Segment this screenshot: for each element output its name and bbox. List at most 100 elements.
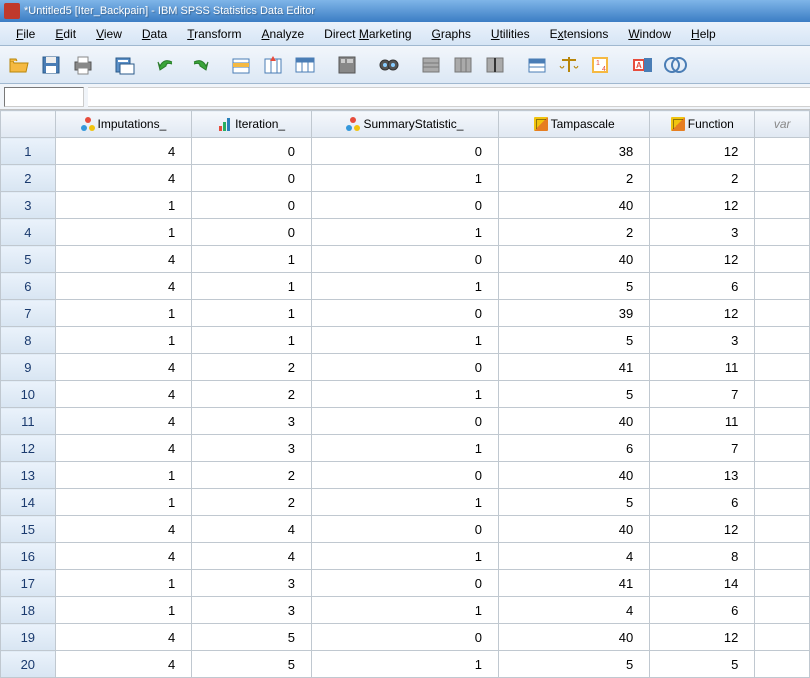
data-cell[interactable]: 4 — [498, 597, 649, 624]
data-cell[interactable]: 4 — [55, 651, 192, 678]
data-cell-empty[interactable] — [755, 192, 810, 219]
data-cell[interactable]: 40 — [498, 192, 649, 219]
data-cell[interactable]: 4 — [55, 138, 192, 165]
data-cell[interactable]: 1 — [311, 489, 498, 516]
data-cell[interactable]: 1 — [311, 273, 498, 300]
column-header-summarystatistic[interactable]: SummaryStatistic_ — [311, 111, 498, 138]
menu-view[interactable]: View — [86, 24, 132, 44]
data-cell[interactable]: 12 — [650, 516, 755, 543]
menu-utilities[interactable]: Utilities — [481, 24, 540, 44]
corner-cell[interactable] — [1, 111, 56, 138]
data-cell[interactable]: 3 — [192, 408, 312, 435]
data-cell[interactable]: 1 — [311, 435, 498, 462]
data-cell[interactable]: 5 — [192, 624, 312, 651]
data-cell[interactable]: 40 — [498, 516, 649, 543]
data-cell[interactable]: 12 — [650, 138, 755, 165]
data-cell[interactable]: 2 — [192, 381, 312, 408]
row-header[interactable]: 19 — [1, 624, 56, 651]
data-cell[interactable]: 12 — [650, 246, 755, 273]
data-cell-empty[interactable] — [755, 516, 810, 543]
data-cell-empty[interactable] — [755, 300, 810, 327]
redo-button[interactable] — [184, 50, 214, 80]
data-cell[interactable]: 4 — [498, 543, 649, 570]
data-cell[interactable]: 2 — [192, 489, 312, 516]
menu-transform[interactable]: Transform — [177, 24, 251, 44]
data-cell[interactable]: 4 — [192, 543, 312, 570]
data-cell[interactable]: 4 — [55, 354, 192, 381]
data-cell[interactable]: 12 — [650, 624, 755, 651]
menu-edit[interactable]: Edit — [45, 24, 86, 44]
find-button[interactable] — [374, 50, 404, 80]
data-cell[interactable]: 5 — [498, 327, 649, 354]
menu-graphs[interactable]: Graphs — [422, 24, 481, 44]
data-cell[interactable]: 2 — [650, 165, 755, 192]
data-cell[interactable]: 1 — [55, 219, 192, 246]
show-all-button[interactable] — [660, 50, 690, 80]
column-header-function[interactable]: Function — [650, 111, 755, 138]
data-cell[interactable]: 1 — [192, 327, 312, 354]
data-cell[interactable]: 4 — [55, 246, 192, 273]
data-cell[interactable]: 5 — [498, 273, 649, 300]
data-cell[interactable]: 40 — [498, 462, 649, 489]
run-descriptives-button[interactable] — [332, 50, 362, 80]
use-sets-button[interactable]: A — [628, 50, 658, 80]
data-cell[interactable]: 40 — [498, 624, 649, 651]
data-cell[interactable]: 1 — [55, 462, 192, 489]
data-cell[interactable]: 40 — [498, 246, 649, 273]
data-cell-empty[interactable] — [755, 273, 810, 300]
row-header[interactable]: 20 — [1, 651, 56, 678]
data-cell[interactable]: 0 — [311, 570, 498, 597]
data-cell-empty[interactable] — [755, 138, 810, 165]
data-cell[interactable]: 1 — [55, 192, 192, 219]
row-header[interactable]: 3 — [1, 192, 56, 219]
data-cell[interactable]: 1 — [311, 597, 498, 624]
data-cell[interactable]: 5 — [498, 381, 649, 408]
data-cell[interactable]: 4 — [55, 435, 192, 462]
data-grid[interactable]: Imputations_Iteration_SummaryStatistic_T… — [0, 110, 810, 678]
data-cell[interactable]: 4 — [55, 408, 192, 435]
data-cell[interactable]: 2 — [192, 354, 312, 381]
undo-button[interactable] — [152, 50, 182, 80]
data-cell[interactable]: 4 — [55, 273, 192, 300]
row-header[interactable]: 9 — [1, 354, 56, 381]
row-header[interactable]: 8 — [1, 327, 56, 354]
goto-case-button[interactable] — [226, 50, 256, 80]
data-cell[interactable]: 7 — [650, 435, 755, 462]
data-cell[interactable]: 0 — [311, 192, 498, 219]
data-cell-empty[interactable] — [755, 462, 810, 489]
data-cell[interactable]: 0 — [311, 300, 498, 327]
data-cell[interactable]: 0 — [311, 138, 498, 165]
data-cell[interactable]: 1 — [55, 489, 192, 516]
row-header[interactable]: 17 — [1, 570, 56, 597]
data-cell-empty[interactable] — [755, 543, 810, 570]
data-cell[interactable]: 3 — [192, 597, 312, 624]
data-cell[interactable]: 0 — [192, 219, 312, 246]
print-button[interactable] — [68, 50, 98, 80]
data-cell[interactable]: 2 — [498, 165, 649, 192]
data-cell[interactable]: 4 — [55, 381, 192, 408]
data-cell[interactable]: 1 — [192, 246, 312, 273]
row-header[interactable]: 12 — [1, 435, 56, 462]
data-cell-empty[interactable] — [755, 408, 810, 435]
menu-data[interactable]: Data — [132, 24, 177, 44]
data-cell[interactable]: 0 — [311, 624, 498, 651]
data-cell-empty[interactable] — [755, 327, 810, 354]
data-cell[interactable]: 1 — [311, 543, 498, 570]
cell-value-input[interactable] — [88, 87, 810, 107]
data-cell[interactable]: 11 — [650, 408, 755, 435]
data-cell[interactable]: 7 — [650, 381, 755, 408]
menu-window[interactable]: Window — [618, 24, 681, 44]
data-cell[interactable]: 4 — [55, 624, 192, 651]
data-cell[interactable]: 6 — [650, 273, 755, 300]
data-cell[interactable]: 4 — [192, 516, 312, 543]
column-header-imputations[interactable]: Imputations_ — [55, 111, 192, 138]
data-cell[interactable]: 6 — [650, 597, 755, 624]
split-file-button[interactable] — [480, 50, 510, 80]
insert-variable-button[interactable] — [448, 50, 478, 80]
row-header[interactable]: 6 — [1, 273, 56, 300]
column-header-var[interactable]: var — [755, 111, 810, 138]
row-header[interactable]: 7 — [1, 300, 56, 327]
menu-extensions[interactable]: Extensions — [540, 24, 619, 44]
data-cell[interactable]: 0 — [192, 192, 312, 219]
data-cell[interactable]: 6 — [498, 435, 649, 462]
